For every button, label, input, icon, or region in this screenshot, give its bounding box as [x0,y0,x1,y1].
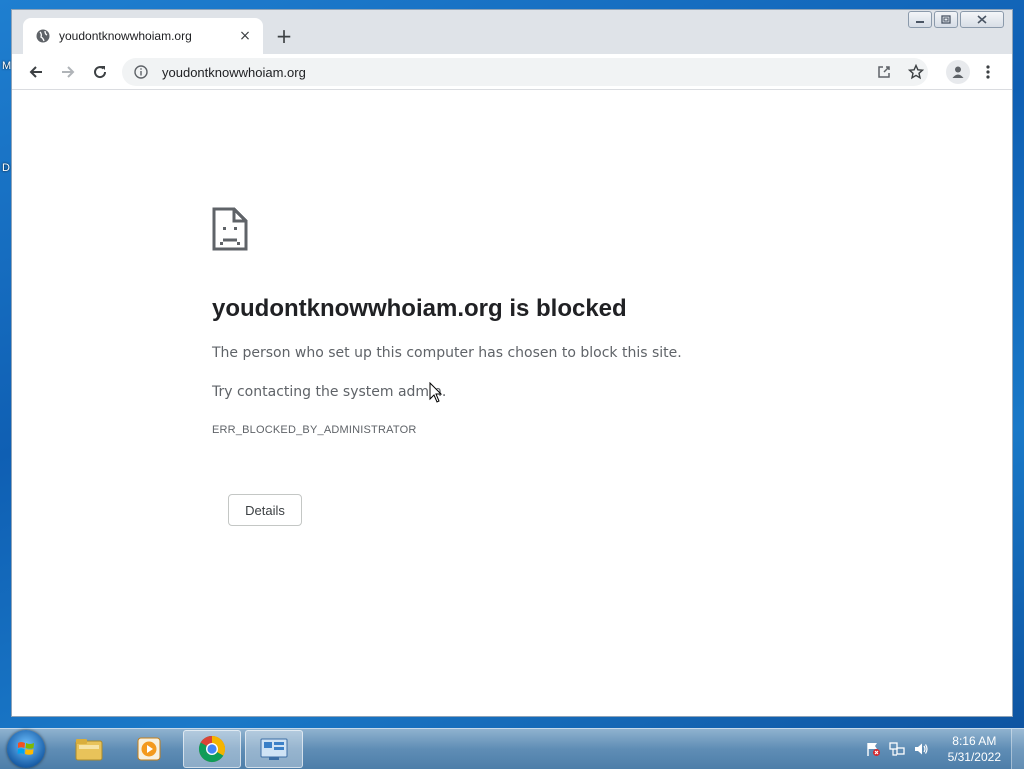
mouse-cursor-icon [429,381,443,404]
bookmark-star-icon[interactable] [906,62,926,82]
tab-title: youdontknowwhoiam.org [59,29,192,43]
menu-kebab-icon[interactable] [978,62,998,82]
profile-avatar-icon[interactable] [946,60,970,84]
tab-close-icon[interactable]: × [237,28,253,44]
tab-strip: youdontknowwhoiam.org × + [12,10,1012,54]
back-icon[interactable] [26,62,46,82]
file-explorer-icon[interactable] [60,730,118,768]
restore-button[interactable] [934,11,958,28]
control-panel-icon[interactable] [245,730,303,768]
close-window-button[interactable] [960,11,1004,28]
error-heading: youdontknowwhoiam.org is blocked [212,295,627,322]
minimize-button[interactable] [908,11,932,28]
system-tray: 8:16 AM 5/31/2022 [864,729,1024,769]
browser-toolbar: youdontknowwhoiam.org [12,54,1012,90]
new-tab-button[interactable]: + [274,24,294,48]
clock-date: 5/31/2022 [947,750,1001,764]
error-suggestion: Try contacting the system admin. [212,384,447,400]
url-text[interactable]: youdontknowwhoiam.org [162,65,306,80]
error-message: The person who set up this computer has … [212,345,682,361]
globe-icon [35,28,51,44]
taskbar: 8:16 AM 5/31/2022 [0,728,1024,769]
details-button[interactable]: Details [228,494,302,526]
tab-active[interactable]: youdontknowwhoiam.org × [23,18,263,54]
window-controls [908,11,1004,28]
action-center-flag-icon[interactable] [864,740,882,758]
volume-icon[interactable] [912,740,930,758]
clock-time: 8:16 AM [952,734,997,748]
browser-window: youdontknowwhoiam.org × + youdontknowwho… [11,9,1013,717]
error-code: ERR_BLOCKED_BY_ADMINISTRATOR [212,424,417,436]
media-player-icon[interactable] [120,730,178,768]
chrome-icon[interactable] [183,730,241,768]
forward-icon[interactable] [58,62,78,82]
reload-icon[interactable] [90,62,110,82]
share-icon[interactable] [874,62,894,82]
desktop-icon-label[interactable]: M [2,60,11,72]
show-desktop-button[interactable] [1011,729,1024,769]
sad-document-icon [212,207,248,251]
error-page: youdontknowwhoiam.org is blocked The per… [12,90,1012,716]
address-bar[interactable]: youdontknowwhoiam.org [122,58,928,86]
start-button[interactable] [7,730,45,768]
network-icon[interactable] [888,740,906,758]
desktop-icon-label[interactable]: D [2,162,10,174]
taskbar-clock[interactable]: 8:16 AM 5/31/2022 [948,733,1001,765]
site-info-icon[interactable] [132,63,150,81]
